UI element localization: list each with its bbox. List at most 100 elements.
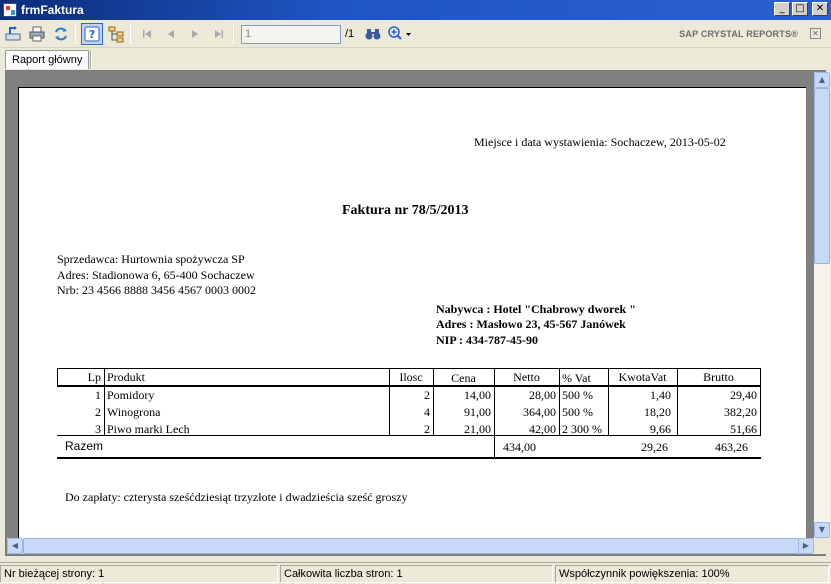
scroll-right-button[interactable]: ▶ <box>798 538 814 554</box>
header-ilosc: Ilosc <box>399 370 423 384</box>
previous-page-button[interactable] <box>160 23 182 45</box>
brand-close-button[interactable]: ✕ <box>810 28 821 39</box>
place-date: Miejsce i data wystawienia: Sochaczew, 2… <box>474 135 726 149</box>
horizontal-scroll-thumb[interactable] <box>23 538 799 554</box>
vertical-scroll-thumb[interactable] <box>814 88 830 264</box>
report-viewer[interactable]: Miejsce i data wystawienia: Sochaczew, 2… <box>5 70 830 556</box>
table-row-qty: 4 <box>424 405 430 419</box>
total-label: Razem <box>65 439 104 453</box>
last-page-icon <box>215 30 223 38</box>
table-row-price: 14,00 <box>464 388 491 402</box>
help-button[interactable]: ? <box>81 23 103 45</box>
table-row-vat-amount: 9,66 <box>650 422 671 436</box>
minimize-button[interactable]: _ <box>774 2 790 16</box>
group-tree-button[interactable] <box>105 23 127 45</box>
printer-icon <box>29 26 45 42</box>
table-row-gross: 382,20 <box>724 405 757 419</box>
table-row-lp: 1 <box>95 388 101 402</box>
previous-page-icon <box>168 30 174 38</box>
print-button[interactable] <box>26 23 48 45</box>
table-row-vat-rate: 500 % <box>562 388 593 402</box>
table-row-gross: 51,66 <box>730 422 757 436</box>
toolbar-separator <box>233 24 234 44</box>
vertical-scrollbar[interactable]: ▲ ▼ <box>814 72 830 538</box>
title-bar: frmFaktura _ □ ✕ <box>0 0 831 20</box>
total-gross: 463,26 <box>715 440 748 454</box>
export-icon <box>5 26 21 41</box>
find-button[interactable] <box>362 23 384 45</box>
table-row-product: Pomidory <box>107 388 155 402</box>
table-row-price: 91,00 <box>464 405 491 419</box>
table-row-qty: 2 <box>424 422 430 436</box>
table-row-lp: 2 <box>95 405 101 419</box>
total-net: 434,00 <box>503 440 536 454</box>
table-row-lp: 3 <box>95 422 101 436</box>
last-page-button[interactable] <box>208 23 230 45</box>
crystal-reports-brand: SAP CRYSTAL REPORTS® <box>679 29 798 39</box>
table-row-vat-rate: 2 300 % <box>562 422 602 436</box>
first-page-icon <box>143 30 151 38</box>
maximize-button[interactable]: □ <box>792 2 808 16</box>
svg-text:?: ? <box>89 28 95 41</box>
header-lp: Lp <box>87 370 101 384</box>
table-row-net: 42,00 <box>529 422 556 436</box>
seller-bank: Nrb: 23 4566 8888 3456 4567 0003 0002 <box>57 283 256 297</box>
table-row-qty: 2 <box>424 388 430 402</box>
header-produkt: Produkt <box>107 370 146 384</box>
scroll-up-button[interactable]: ▲ <box>814 72 830 88</box>
next-page-button[interactable] <box>184 23 206 45</box>
table-row-vat-amount: 1,40 <box>650 388 671 402</box>
app-icon[interactable] <box>3 3 17 17</box>
scrollbar-corner <box>814 538 830 554</box>
invoice-title: Faktura nr 78/5/2013 <box>342 203 469 218</box>
status-total-pages: Całkowita liczba stron: 1 <box>280 565 553 583</box>
table-row-price: 21,00 <box>464 422 491 436</box>
refresh-button[interactable] <box>50 23 72 45</box>
table-row-vat-rate: 500 % <box>562 405 593 419</box>
buyer-nip: NIP : 434-787-45-90 <box>436 333 538 347</box>
table-row-gross: 29,40 <box>730 388 757 402</box>
horizontal-scrollbar[interactable]: ◀ ▶ <box>7 538 814 554</box>
total-vat: 29,26 <box>641 440 668 454</box>
table-row-product: Piwo marki Lech <box>107 422 190 436</box>
page-total-label: /1 <box>345 28 355 40</box>
status-zoom: Współczynnik powiększenia: 100% <box>555 565 829 583</box>
tree-icon <box>108 26 124 43</box>
next-page-icon <box>192 30 198 38</box>
header-kwota-vat: KwotaVat <box>618 370 667 384</box>
table-row-net: 364,00 <box>523 405 556 419</box>
header-cena: Cena <box>451 371 476 385</box>
header-vat-rate: % Vat <box>562 371 591 385</box>
page-number-input[interactable] <box>241 24 341 44</box>
scroll-left-button[interactable]: ◀ <box>7 538 23 554</box>
seller-name: Sprzedawca: Hurtownia spożywcza SP <box>57 252 245 266</box>
status-bar: Nr bieżącej strony: 1 Całkowita liczba s… <box>0 562 831 584</box>
report-toolbar: ? /1 <box>0 21 831 48</box>
report-page: Miejsce i data wystawienia: Sochaczew, 2… <box>18 87 806 547</box>
header-netto: Netto <box>513 370 540 384</box>
table-row-product: Winogrona <box>107 405 161 419</box>
report-tabs: Raport główny <box>0 48 831 70</box>
seller-address: Adres: Stadionowa 6, 65-400 Sochaczew <box>57 268 255 282</box>
binoculars-icon <box>365 29 381 40</box>
amount-in-words: Do zapłaty: czterysta sześćdziesiąt trzy… <box>65 490 408 504</box>
toolbar-separator <box>130 24 131 44</box>
close-button[interactable]: ✕ <box>812 2 828 16</box>
refresh-icon <box>55 27 67 41</box>
window-title: frmFaktura <box>21 3 84 17</box>
scroll-down-button[interactable]: ▼ <box>814 522 830 538</box>
table-row-net: 28,00 <box>529 388 556 402</box>
status-current-page: Nr bieżącej strony: 1 <box>0 565 278 583</box>
first-page-button[interactable] <box>136 23 158 45</box>
help-icon: ? <box>84 26 100 42</box>
table-row-vat-amount: 18,20 <box>644 405 671 419</box>
export-button[interactable] <box>2 23 24 45</box>
buyer-address: Adres : Masłowo 23, 45-567 Janówek <box>436 317 626 331</box>
zoom-button[interactable] <box>386 23 416 45</box>
tab-main-report[interactable]: Raport główny <box>5 50 90 69</box>
toolbar-separator <box>75 24 76 44</box>
tab-separator <box>90 51 92 69</box>
buyer-name: Nabywca : Hotel "Chabrowy dworek " <box>436 302 636 316</box>
header-brutto: Brutto <box>703 370 734 384</box>
zoom-icon <box>388 26 412 40</box>
